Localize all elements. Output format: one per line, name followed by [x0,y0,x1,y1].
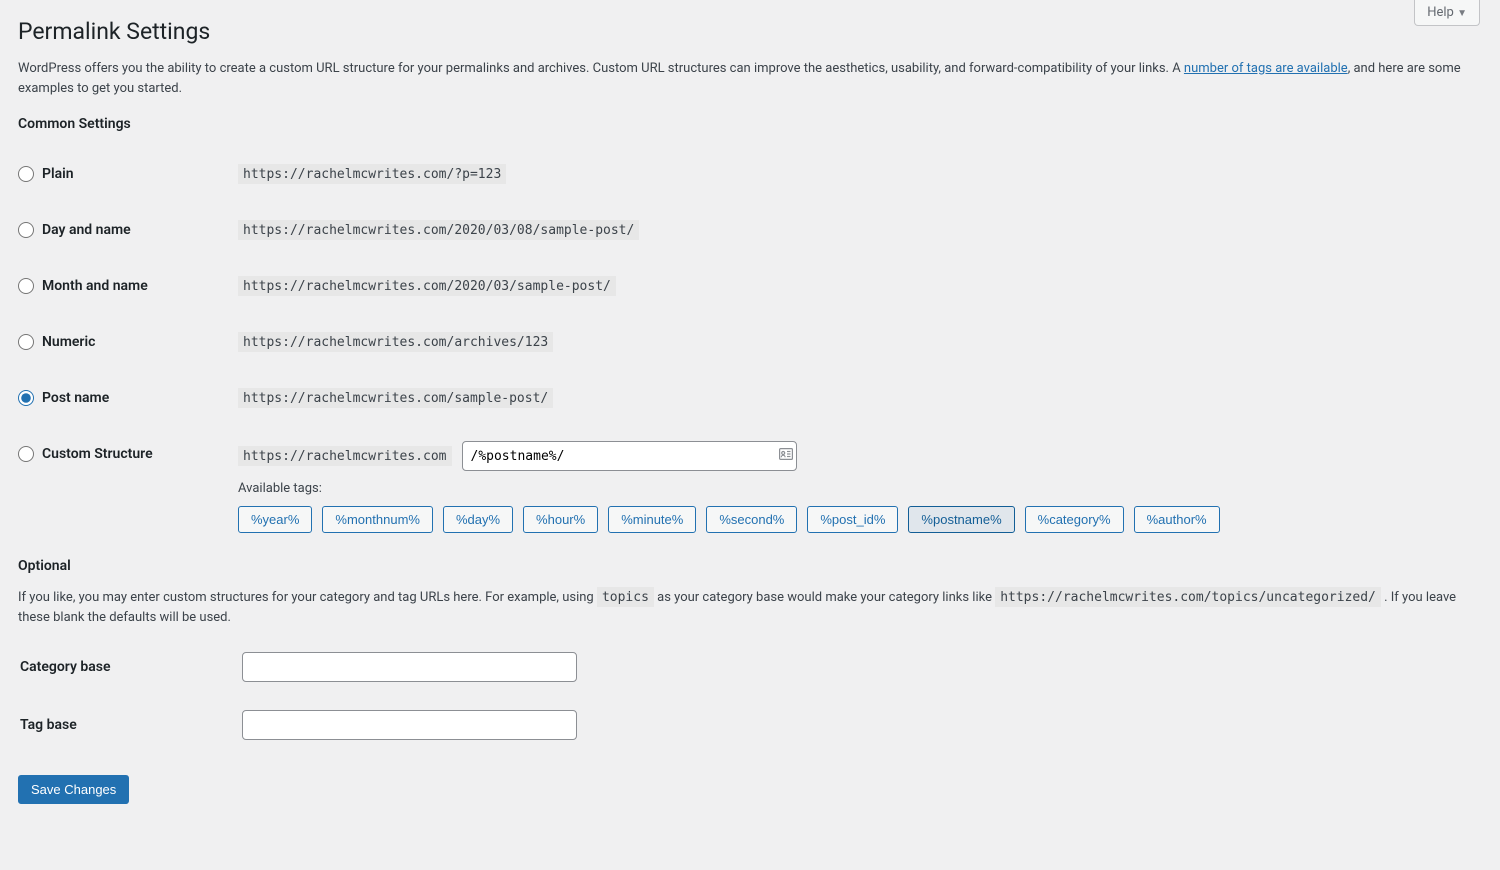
tag-category[interactable]: %category% [1025,506,1124,533]
intro-before: WordPress offers you the ability to crea… [18,61,1184,76]
option-month-name-label: Month and name [42,278,148,294]
tag-day[interactable]: %day% [443,506,513,533]
radio-month-name[interactable] [18,278,34,294]
tag-base-input[interactable] [242,710,577,740]
tag-second[interactable]: %second% [706,506,797,533]
tag-year[interactable]: %year% [238,506,312,533]
option-post-name[interactable]: Post name [18,390,218,406]
optional-code-topics: topics [597,587,654,607]
option-day-name[interactable]: Day and name [18,222,218,238]
optional-code-url: https://rachelmcwrites.com/topics/uncate… [995,587,1381,607]
custom-structure-input[interactable] [462,441,797,471]
radio-custom[interactable] [18,446,34,462]
tag-monthnum[interactable]: %monthnum% [322,506,433,533]
radio-post-name[interactable] [18,390,34,406]
optional-blurb-mid: as your category base would make your ca… [654,590,995,605]
optional-heading: Optional [18,558,1480,574]
radio-numeric[interactable] [18,334,34,350]
optional-blurb: If you like, you may enter custom struct… [18,588,1480,627]
option-custom[interactable]: Custom Structure [18,446,218,462]
intro-link[interactable]: number of tags are available [1184,61,1348,76]
category-base-input[interactable] [242,652,577,682]
radio-plain[interactable] [18,166,34,182]
page-title: Permalink Settings [18,18,1480,45]
option-plain-label: Plain [42,166,74,182]
option-plain[interactable]: Plain [18,166,218,182]
tag-postname[interactable]: %postname% [908,506,1014,533]
tag-hour[interactable]: %hour% [523,506,598,533]
option-day-name-label: Day and name [42,222,131,238]
optional-blurb-before: If you like, you may enter custom struct… [18,590,597,605]
option-numeric-label: Numeric [42,334,95,350]
intro-paragraph: WordPress offers you the ability to crea… [18,59,1480,98]
common-settings-heading: Common Settings [18,116,1480,132]
option-numeric[interactable]: Numeric [18,334,218,350]
example-numeric: https://rachelmcwrites.com/archives/123 [238,332,553,352]
example-day-name: https://rachelmcwrites.com/2020/03/08/sa… [238,220,639,240]
common-settings-table: Plain https://rachelmcwrites.com/?p=123 … [18,146,1480,548]
tags-row: %year% %monthnum% %day% %hour% %minute% … [238,506,1470,533]
tag-post-id[interactable]: %post_id% [807,506,898,533]
help-tab-label: Help [1427,5,1454,20]
option-post-name-label: Post name [42,390,109,406]
custom-base-url: https://rachelmcwrites.com [238,446,452,466]
example-plain: https://rachelmcwrites.com/?p=123 [238,164,506,184]
tag-base-label: Tag base [20,697,230,753]
available-tags-label: Available tags: [238,481,1470,496]
example-post-name: https://rachelmcwrites.com/sample-post/ [238,388,553,408]
optional-table: Category base Tag base [18,637,589,755]
help-tab[interactable]: Help [1414,0,1480,26]
radio-day-name[interactable] [18,222,34,238]
example-month-name: https://rachelmcwrites.com/2020/03/sampl… [238,276,616,296]
save-changes-button[interactable]: Save Changes [18,775,129,804]
tag-minute[interactable]: %minute% [608,506,696,533]
category-base-label: Category base [20,639,230,695]
option-month-name[interactable]: Month and name [18,278,218,294]
option-custom-label: Custom Structure [42,446,153,462]
tag-author[interactable]: %author% [1134,506,1220,533]
